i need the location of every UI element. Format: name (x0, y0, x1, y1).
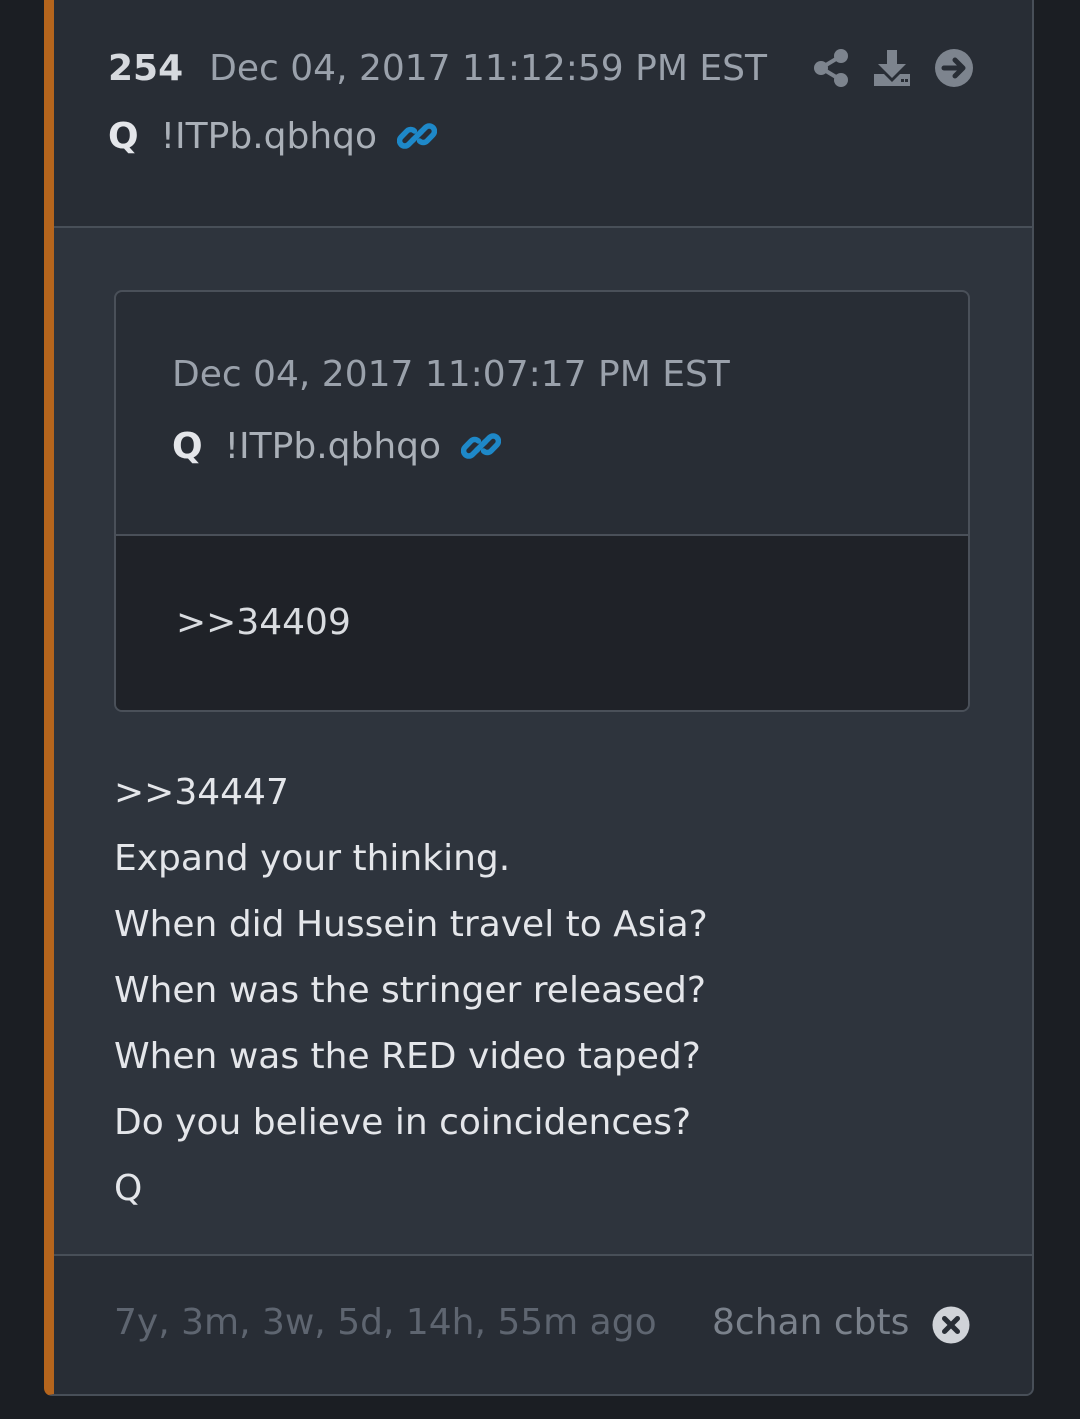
post-body-line: When was the stringer released? (114, 970, 707, 1011)
post-tripcode: !ITPb.qbhqo (160, 115, 378, 157)
close-circle-icon[interactable] (932, 1306, 970, 1344)
post-body-line: Do you believe in coincidences? (114, 1102, 692, 1143)
post-card: 254 Dec 04, 2017 11:12:59 PM EST Q !ITPb… (44, 0, 1034, 1396)
post-footer: 7y, 3m, 3w, 5d, 14h, 55m ago 8chan cbts (54, 1254, 1032, 1394)
quoted-post-header: Dec 04, 2017 11:07:17 PM EST Q !ITPb.qbh… (116, 292, 968, 536)
post-number: 254 (108, 47, 184, 89)
post-body-reply-link[interactable]: >>34447 (114, 760, 974, 826)
post-meta: 254 Dec 04, 2017 11:12:59 PM EST (108, 44, 767, 92)
share-icon[interactable] (812, 48, 850, 88)
post-body-line: Expand your thinking. (114, 838, 511, 879)
arrow-circle-right-icon[interactable] (934, 48, 974, 88)
post-body: >>34447 Expand your thinking. When did H… (114, 760, 974, 1222)
post-body-line: When was the RED video taped? (114, 1036, 701, 1077)
quoted-post-date: Dec 04, 2017 11:07:17 PM EST (172, 354, 730, 395)
post-header: 254 Dec 04, 2017 11:12:59 PM EST Q !ITPb… (54, 0, 1032, 228)
post-actions (812, 44, 974, 92)
post-author: Q (108, 115, 139, 157)
quoted-post-body: >>34409 (116, 536, 968, 710)
link-icon[interactable] (397, 116, 438, 156)
quoted-post-author-row: Q !ITPb.qbhqo (172, 422, 502, 470)
download-icon[interactable] (872, 48, 912, 88)
quoted-post: Dec 04, 2017 11:07:17 PM EST Q !ITPb.qbh… (114, 290, 970, 712)
quoted-post-author: Q (172, 425, 203, 467)
post-body-line: When did Hussein travel to Asia? (114, 904, 708, 945)
quoted-post-tripcode: !ITPb.qbhqo (224, 425, 442, 467)
post-author-row: Q !ITPb.qbhqo (108, 112, 438, 160)
post-source: 8chan cbts (712, 1302, 910, 1343)
post-body-signature: Q (114, 1168, 143, 1209)
link-icon[interactable] (461, 426, 502, 466)
post-date: Dec 04, 2017 11:12:59 PM EST (209, 47, 767, 89)
quoted-post-text: >>34409 (176, 602, 351, 643)
time-ago: 7y, 3m, 3w, 5d, 14h, 55m ago (114, 1302, 657, 1343)
